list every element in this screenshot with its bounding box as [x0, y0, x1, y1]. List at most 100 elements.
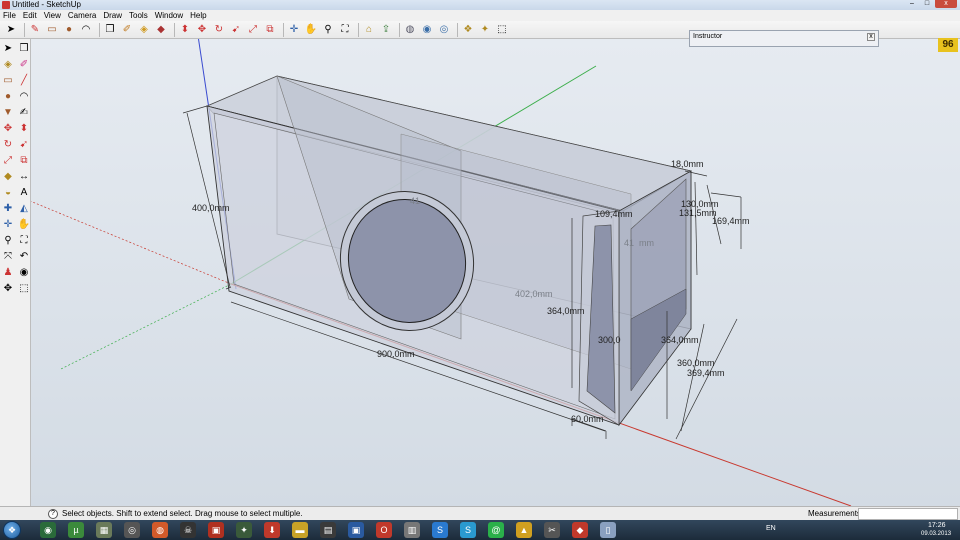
- skype-icon[interactable]: S: [460, 522, 476, 538]
- chrome-icon[interactable]: ◉: [40, 522, 56, 538]
- zoom-window-icon[interactable]: ⛶: [17, 234, 31, 248]
- pan-hand-icon[interactable]: ✋: [17, 218, 31, 232]
- utorrent-icon[interactable]: µ: [68, 522, 84, 538]
- get-models-icon[interactable]: ◉: [420, 23, 434, 37]
- steam-icon[interactable]: ◎: [124, 522, 140, 538]
- polygon-icon[interactable]: ▼: [1, 106, 15, 120]
- skype-s-icon[interactable]: S: [432, 522, 448, 538]
- instructor-close-button[interactable]: x: [867, 33, 875, 41]
- sketchup-taskbar-icon[interactable]: ◆: [572, 522, 588, 538]
- pencil-line-icon[interactable]: ✎: [28, 23, 42, 37]
- line-icon[interactable]: ╱: [17, 74, 31, 88]
- arc-icon[interactable]: ◠: [79, 23, 93, 37]
- menu-view[interactable]: View: [44, 10, 61, 21]
- previous-view-icon[interactable]: ↶: [17, 250, 31, 264]
- minimize-button[interactable]: –: [905, 0, 919, 8]
- tools-icon[interactable]: ✂: [544, 522, 560, 538]
- rotate-icon[interactable]: ↻: [212, 23, 226, 37]
- scale-icon[interactable]: ⤢: [1, 154, 15, 168]
- document-icon[interactable]: ▯: [600, 522, 616, 538]
- eraser-icon[interactable]: ✐: [120, 23, 134, 37]
- position-camera-icon[interactable]: ♟: [1, 266, 15, 280]
- menu-camera[interactable]: Camera: [68, 10, 96, 21]
- calendar-icon[interactable]: ▤: [320, 522, 336, 538]
- walk-icon[interactable]: ✥: [1, 282, 15, 296]
- freehand-icon[interactable]: ✍: [17, 106, 31, 120]
- circle-icon[interactable]: ●: [1, 90, 15, 104]
- menu-window[interactable]: Window: [155, 10, 183, 21]
- orbit-icon[interactable]: ✛: [287, 23, 301, 37]
- eraser-icon[interactable]: ✐: [17, 58, 31, 72]
- zoom-extents-icon[interactable]: ⤧: [1, 250, 15, 264]
- clock-time[interactable]: 17:26: [928, 522, 946, 530]
- zoom-icon[interactable]: ⚲: [321, 23, 335, 37]
- rectangle-icon[interactable]: ▭: [45, 23, 59, 37]
- menu-draw[interactable]: Draw: [103, 10, 122, 21]
- share-component-icon[interactable]: ◎: [437, 23, 451, 37]
- move-icon[interactable]: ✥: [195, 23, 209, 37]
- menu-tools[interactable]: Tools: [129, 10, 148, 21]
- media-icon[interactable]: ▣: [348, 522, 364, 538]
- tape-measure-icon[interactable]: ◆: [1, 170, 15, 184]
- paint-bucket-icon[interactable]: ◈: [1, 58, 15, 72]
- zoom-icon[interactable]: ⚲: [1, 234, 15, 248]
- protractor-icon[interactable]: ◒: [1, 186, 15, 200]
- help-question-icon[interactable]: ?: [48, 509, 58, 519]
- game-green-icon[interactable]: ✦: [236, 522, 252, 538]
- circle-icon[interactable]: ●: [62, 23, 76, 37]
- model-viewport[interactable]: 400,0mm 900,0mm 364,0mm 60,0mm 360,0mm 3…: [31, 39, 960, 506]
- measurements-input[interactable]: [858, 508, 958, 520]
- orbit-icon[interactable]: ✛: [1, 218, 15, 232]
- menu-file[interactable]: File: [3, 10, 16, 21]
- clock-date[interactable]: 09.03.2013: [921, 530, 951, 538]
- share-model-icon[interactable]: ⇪: [379, 23, 393, 37]
- 3d-warehouse-icon[interactable]: ⌂: [362, 23, 376, 37]
- explorer-icon[interactable]: ▥: [404, 522, 420, 538]
- icq-icon[interactable]: @: [488, 522, 504, 538]
- make-component-icon[interactable]: ❒: [17, 42, 31, 56]
- paint-bucket-icon[interactable]: ◆: [154, 23, 168, 37]
- game-skull-icon[interactable]: ☠: [180, 522, 196, 538]
- zoom-extents-icon[interactable]: ⛶: [338, 23, 352, 37]
- pan-hand-icon[interactable]: ✋: [304, 23, 318, 37]
- layout-icon[interactable]: ✦: [478, 23, 492, 37]
- offset-icon[interactable]: ⧉: [263, 23, 277, 37]
- axes-icon[interactable]: ✚: [1, 202, 15, 216]
- tape-measure-icon[interactable]: ◈: [137, 23, 151, 37]
- look-around-icon[interactable]: ◉: [17, 266, 31, 280]
- push-pull-icon[interactable]: ⬍: [17, 122, 31, 136]
- dimension-icon[interactable]: ↔: [17, 170, 31, 184]
- maximize-button[interactable]: □: [920, 0, 934, 8]
- language-indicator[interactable]: EN: [766, 525, 776, 532]
- select-arrow-icon[interactable]: ➤: [4, 23, 18, 37]
- origin-icon[interactable]: ◍: [152, 522, 168, 538]
- start-button[interactable]: ❖: [3, 521, 21, 539]
- push-pull-icon[interactable]: ⬍: [178, 23, 192, 37]
- rectangle-icon[interactable]: ▭: [1, 74, 15, 88]
- offset-icon[interactable]: ⧉: [17, 154, 31, 168]
- section-plane-icon[interactable]: ⬚: [17, 282, 31, 296]
- move-icon[interactable]: ✥: [1, 122, 15, 136]
- instructor-panel[interactable]: Instructor x: [689, 30, 879, 47]
- style-builder-icon[interactable]: ⬚: [495, 23, 509, 37]
- follow-me-icon[interactable]: ➹: [229, 23, 243, 37]
- close-button[interactable]: x: [935, 0, 957, 8]
- text-icon[interactable]: A: [17, 186, 31, 200]
- select-arrow-icon[interactable]: ➤: [1, 42, 15, 56]
- arc-icon[interactable]: ◠: [17, 90, 31, 104]
- google-earth-icon[interactable]: ◍: [403, 23, 417, 37]
- game-red-icon[interactable]: ▣: [208, 522, 224, 538]
- menu-edit[interactable]: Edit: [23, 10, 37, 21]
- download-icon[interactable]: ⬇: [264, 522, 280, 538]
- 3d-text-icon[interactable]: ◭: [17, 202, 31, 216]
- warning-app-icon[interactable]: ▲: [516, 522, 532, 538]
- menu-help[interactable]: Help: [190, 10, 206, 21]
- opera-icon[interactable]: O: [376, 522, 392, 538]
- extension-warehouse-icon[interactable]: ❖: [461, 23, 475, 37]
- scale-icon[interactable]: ⤢: [246, 23, 260, 37]
- follow-me-icon[interactable]: ➹: [17, 138, 31, 152]
- minecraft-icon[interactable]: ▦: [96, 522, 112, 538]
- folder-icon[interactable]: ▬: [292, 522, 308, 538]
- rotate-icon[interactable]: ↻: [1, 138, 15, 152]
- make-component-icon[interactable]: ❒: [103, 23, 117, 37]
